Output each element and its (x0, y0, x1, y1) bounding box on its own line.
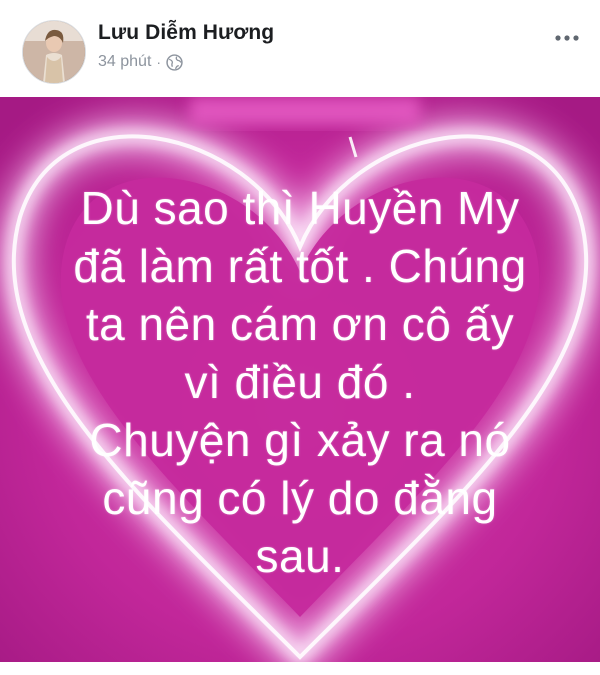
post-text-line: Chuyện gì xảy ra nó (89, 414, 511, 466)
post-text-line: sau. (255, 530, 345, 582)
globe-icon[interactable] (166, 53, 183, 71)
post-text-line: cũng có lý do đằng (102, 472, 498, 524)
footer-strip (0, 662, 600, 675)
meta-separator: · (156, 54, 162, 70)
more-horizontal-icon (555, 35, 579, 41)
post-card[interactable]: Dù sao thì Huyền My đã làm rất tốt . Chú… (0, 97, 600, 662)
post-text-line: đã làm rất tốt . Chúng (73, 240, 527, 292)
post-header: Lưu Diễm Hương 34 phút · (0, 0, 600, 97)
post-meta: 34 phút · (98, 53, 183, 71)
post-text-line: ta nên cám ơn cô ấy (85, 298, 515, 350)
more-options-button[interactable] (552, 28, 582, 48)
post-text-line: Dù sao thì Huyền My (80, 182, 520, 234)
avatar[interactable] (22, 20, 86, 84)
post-time[interactable]: 34 phút (98, 53, 151, 71)
post-text: Dù sao thì Huyền My đã làm rất tốt . Chú… (40, 179, 560, 585)
author-name[interactable]: Lưu Diễm Hương (98, 21, 274, 45)
post-text-line: vì điều đó . (184, 356, 416, 408)
